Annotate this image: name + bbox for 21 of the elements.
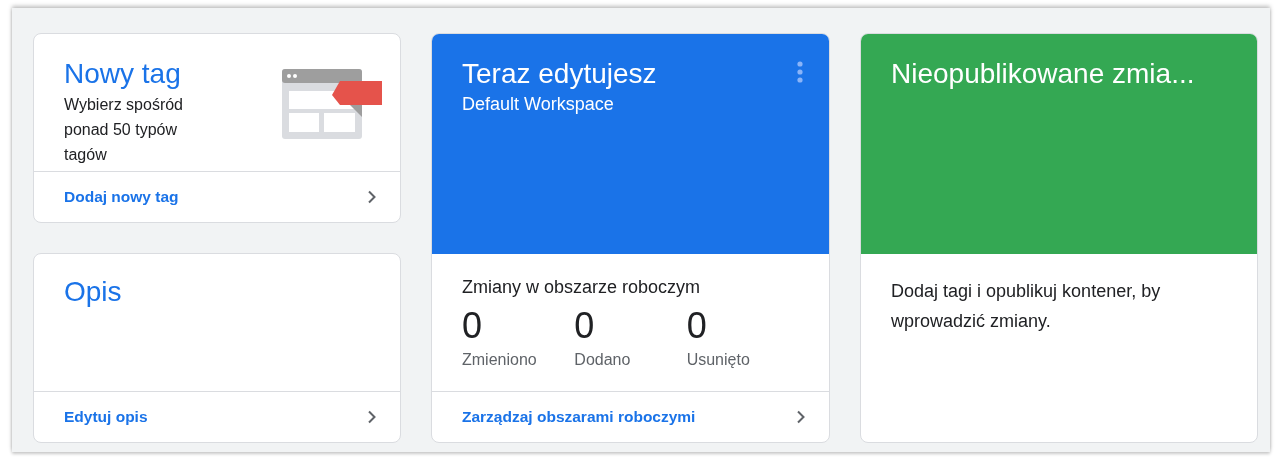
card-title: Opis: [64, 275, 122, 309]
edit-description-link[interactable]: Edytuj opis: [64, 408, 148, 426]
stat-label: Dodano: [574, 350, 632, 370]
stat-value: 0: [462, 304, 484, 348]
add-tag-link[interactable]: Dodaj nowy tag: [64, 188, 179, 206]
manage-workspaces-link[interactable]: Zarządzaj obszarami roboczymi: [462, 408, 696, 426]
changes-heading: Zmiany w obszarze roboczym: [462, 276, 702, 299]
stat-label: Zmieniono: [462, 350, 538, 370]
card-title: Nieopublikowane zmia...: [891, 57, 1195, 91]
card-message: Dodaj tagi i opublikuj kontener, by wprowadzić zmiany.: [891, 280, 1162, 333]
card-description: Wybierz spośród ponad 50 typów tagów: [64, 95, 184, 165]
workspace-name: Default Workspace: [462, 93, 614, 116]
stat-value: 0: [686, 304, 708, 348]
stat-value: 0: [574, 304, 596, 348]
card-title: Teraz edytujesz: [462, 57, 657, 91]
more-options-icon[interactable]: [797, 61, 803, 83]
chevron-right-icon: [366, 410, 378, 424]
chevron-right-icon: [366, 190, 378, 204]
chevron-right-icon: [795, 410, 807, 424]
card-title: Nowy tag: [64, 57, 182, 91]
stat-label: Usunięto: [686, 350, 751, 370]
